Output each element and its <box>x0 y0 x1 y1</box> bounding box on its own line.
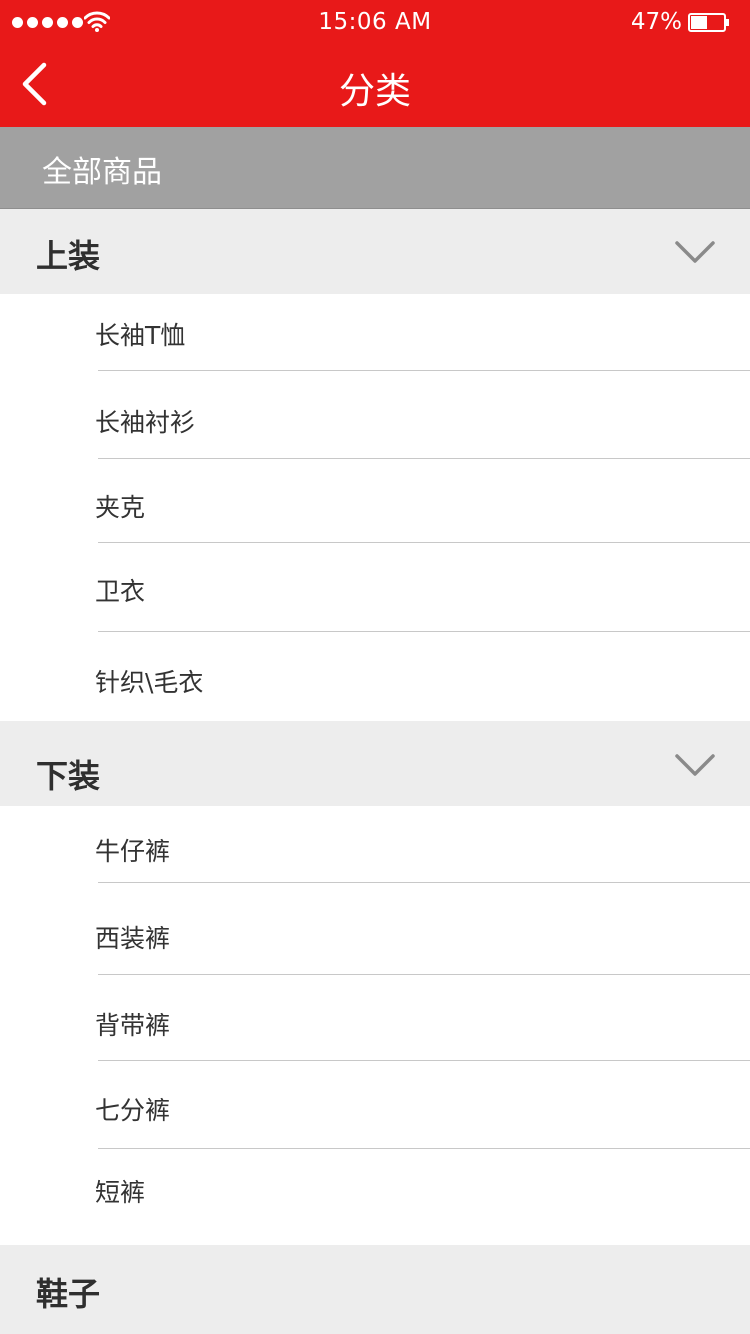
list-item-label: 牛仔裤 <box>95 837 171 866</box>
chevron-down-icon <box>675 241 715 263</box>
nav-bar: 分类 <box>0 46 750 127</box>
list-item[interactable]: 背带裤 <box>0 975 750 1060</box>
list-item[interactable]: 牛仔裤 <box>0 806 750 882</box>
list-item-label: 背带裤 <box>95 1011 171 1040</box>
list-item[interactable]: 针织\毛衣 <box>0 632 750 721</box>
app-header: 15:06 AM 47% 分类 <box>0 0 750 127</box>
list-item-label: 七分裤 <box>95 1096 171 1125</box>
page-title: 分类 <box>338 71 411 112</box>
list-item[interactable]: 卫衣 <box>0 543 750 631</box>
list-item-label: 西装裤 <box>95 924 171 953</box>
category-title: 下装 <box>36 757 101 795</box>
category-header-tops[interactable]: 上装 <box>0 209 750 294</box>
list-item[interactable]: 长袖衬衫 <box>0 371 750 458</box>
list-item-label: 卫衣 <box>95 577 146 606</box>
list-item[interactable]: 夹克 <box>0 459 750 542</box>
battery-icon <box>688 13 729 32</box>
chevron-down-icon <box>675 754 715 776</box>
all-products-row[interactable]: 全部商品 <box>0 127 750 209</box>
category-header-bottoms[interactable]: 下装 <box>0 721 750 806</box>
status-bar: 15:06 AM 47% <box>0 0 750 46</box>
list-item-label: 夹克 <box>95 493 146 522</box>
list-item-label: 短裤 <box>95 1178 146 1207</box>
list-item[interactable]: 西装裤 <box>0 883 750 974</box>
battery-percentage: 47% <box>630 9 682 35</box>
list-item-label: 长袖T恤 <box>95 321 186 350</box>
category-title: 鞋子 <box>36 1275 101 1313</box>
list-item[interactable]: 七分裤 <box>0 1061 750 1148</box>
list-item-label: 长袖衬衫 <box>95 408 196 437</box>
category-header-shoes[interactable]: 鞋子 <box>0 1245 750 1334</box>
list-item[interactable]: 长袖T恤 <box>0 294 750 370</box>
list-item[interactable]: 短裤 <box>0 1149 750 1245</box>
list-item-label: 针织\毛衣 <box>95 668 204 697</box>
all-products-label: 全部商品 <box>42 155 162 190</box>
category-title: 上装 <box>36 237 101 275</box>
